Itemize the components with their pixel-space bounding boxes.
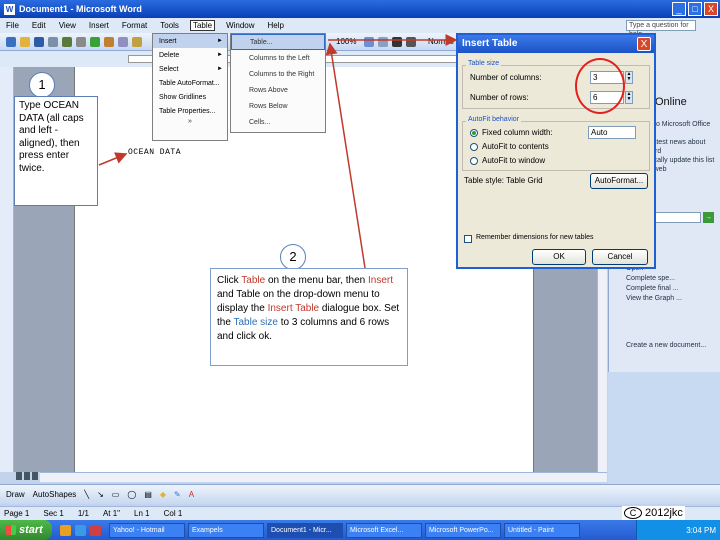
copyright-notice: C 2012jkc [622,506,685,520]
step-2-callout: Click Table on the menu bar, then Insert… [210,268,408,366]
copyright-text: 2012jkc [645,507,683,519]
callout2-arrow [325,42,366,269]
copyright-symbol: C [624,507,642,519]
step-2-badge: 2 [280,244,306,270]
step-1-callout: Type OCEAN DATA (all caps and left -alig… [14,96,98,206]
step-1-badge: 1 [29,72,55,98]
callout1-arrow [98,152,128,166]
